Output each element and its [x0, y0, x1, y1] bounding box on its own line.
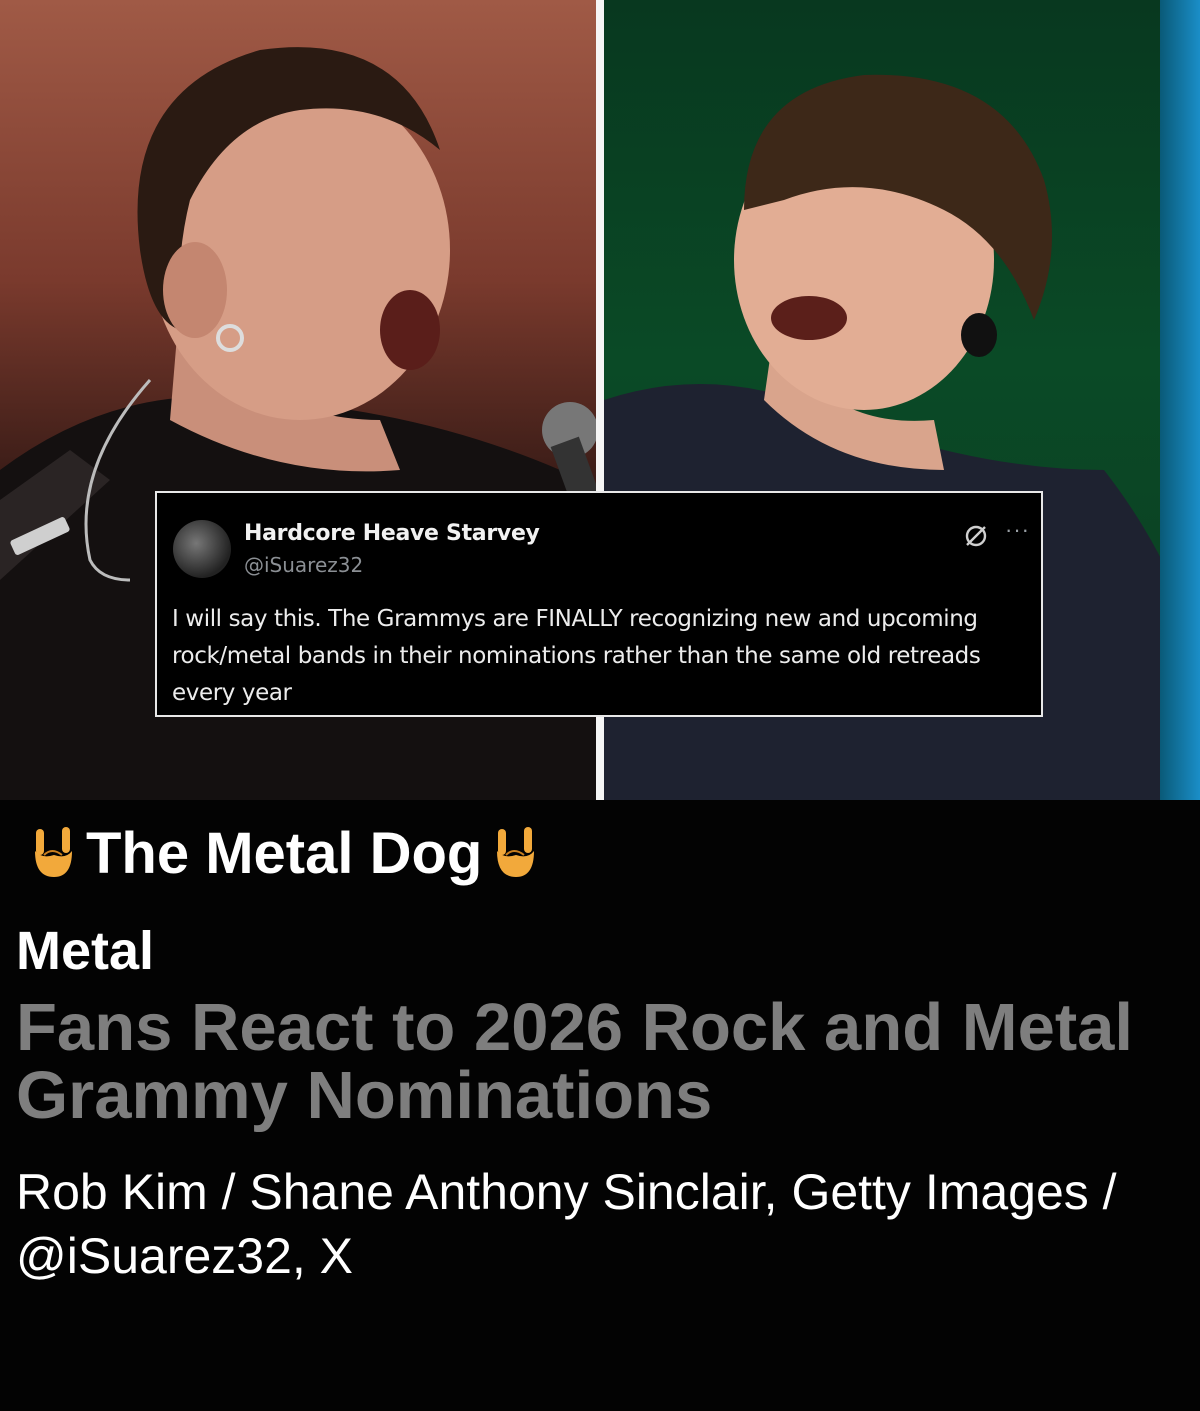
article-headline[interactable]: Fans React to 2026 Rock and Metal Grammy…: [16, 994, 1186, 1130]
photo-credit: Rob Kim / Shane Anthony Sinclair, Getty …: [16, 1164, 1117, 1284]
embedded-tweet-card[interactable]: Hardcore Heave Starvey @iSuarez32 ··· I …: [155, 491, 1043, 717]
brand-title: The Metal Dog: [20, 818, 548, 888]
avatar[interactable]: [173, 520, 231, 578]
grok-icon[interactable]: [963, 523, 989, 549]
hero-image: Hardcore Heave Starvey @iSuarez32 ··· I …: [0, 0, 1200, 800]
stage-light-edge: [1160, 0, 1200, 800]
tweet-text: I will say this. The Grammys are FINALLY…: [172, 606, 981, 706]
brand-name[interactable]: The Metal Dog: [86, 820, 482, 887]
category-label[interactable]: Metal: [16, 920, 154, 982]
sign-of-the-horns-icon: [497, 827, 535, 877]
more-options-icon[interactable]: ···: [1005, 517, 1030, 543]
tweet-handle[interactable]: @iSuarez32: [244, 553, 363, 577]
tweet-display-name[interactable]: Hardcore Heave Starvey: [244, 521, 540, 546]
sign-of-the-horns-icon: [35, 827, 72, 877]
